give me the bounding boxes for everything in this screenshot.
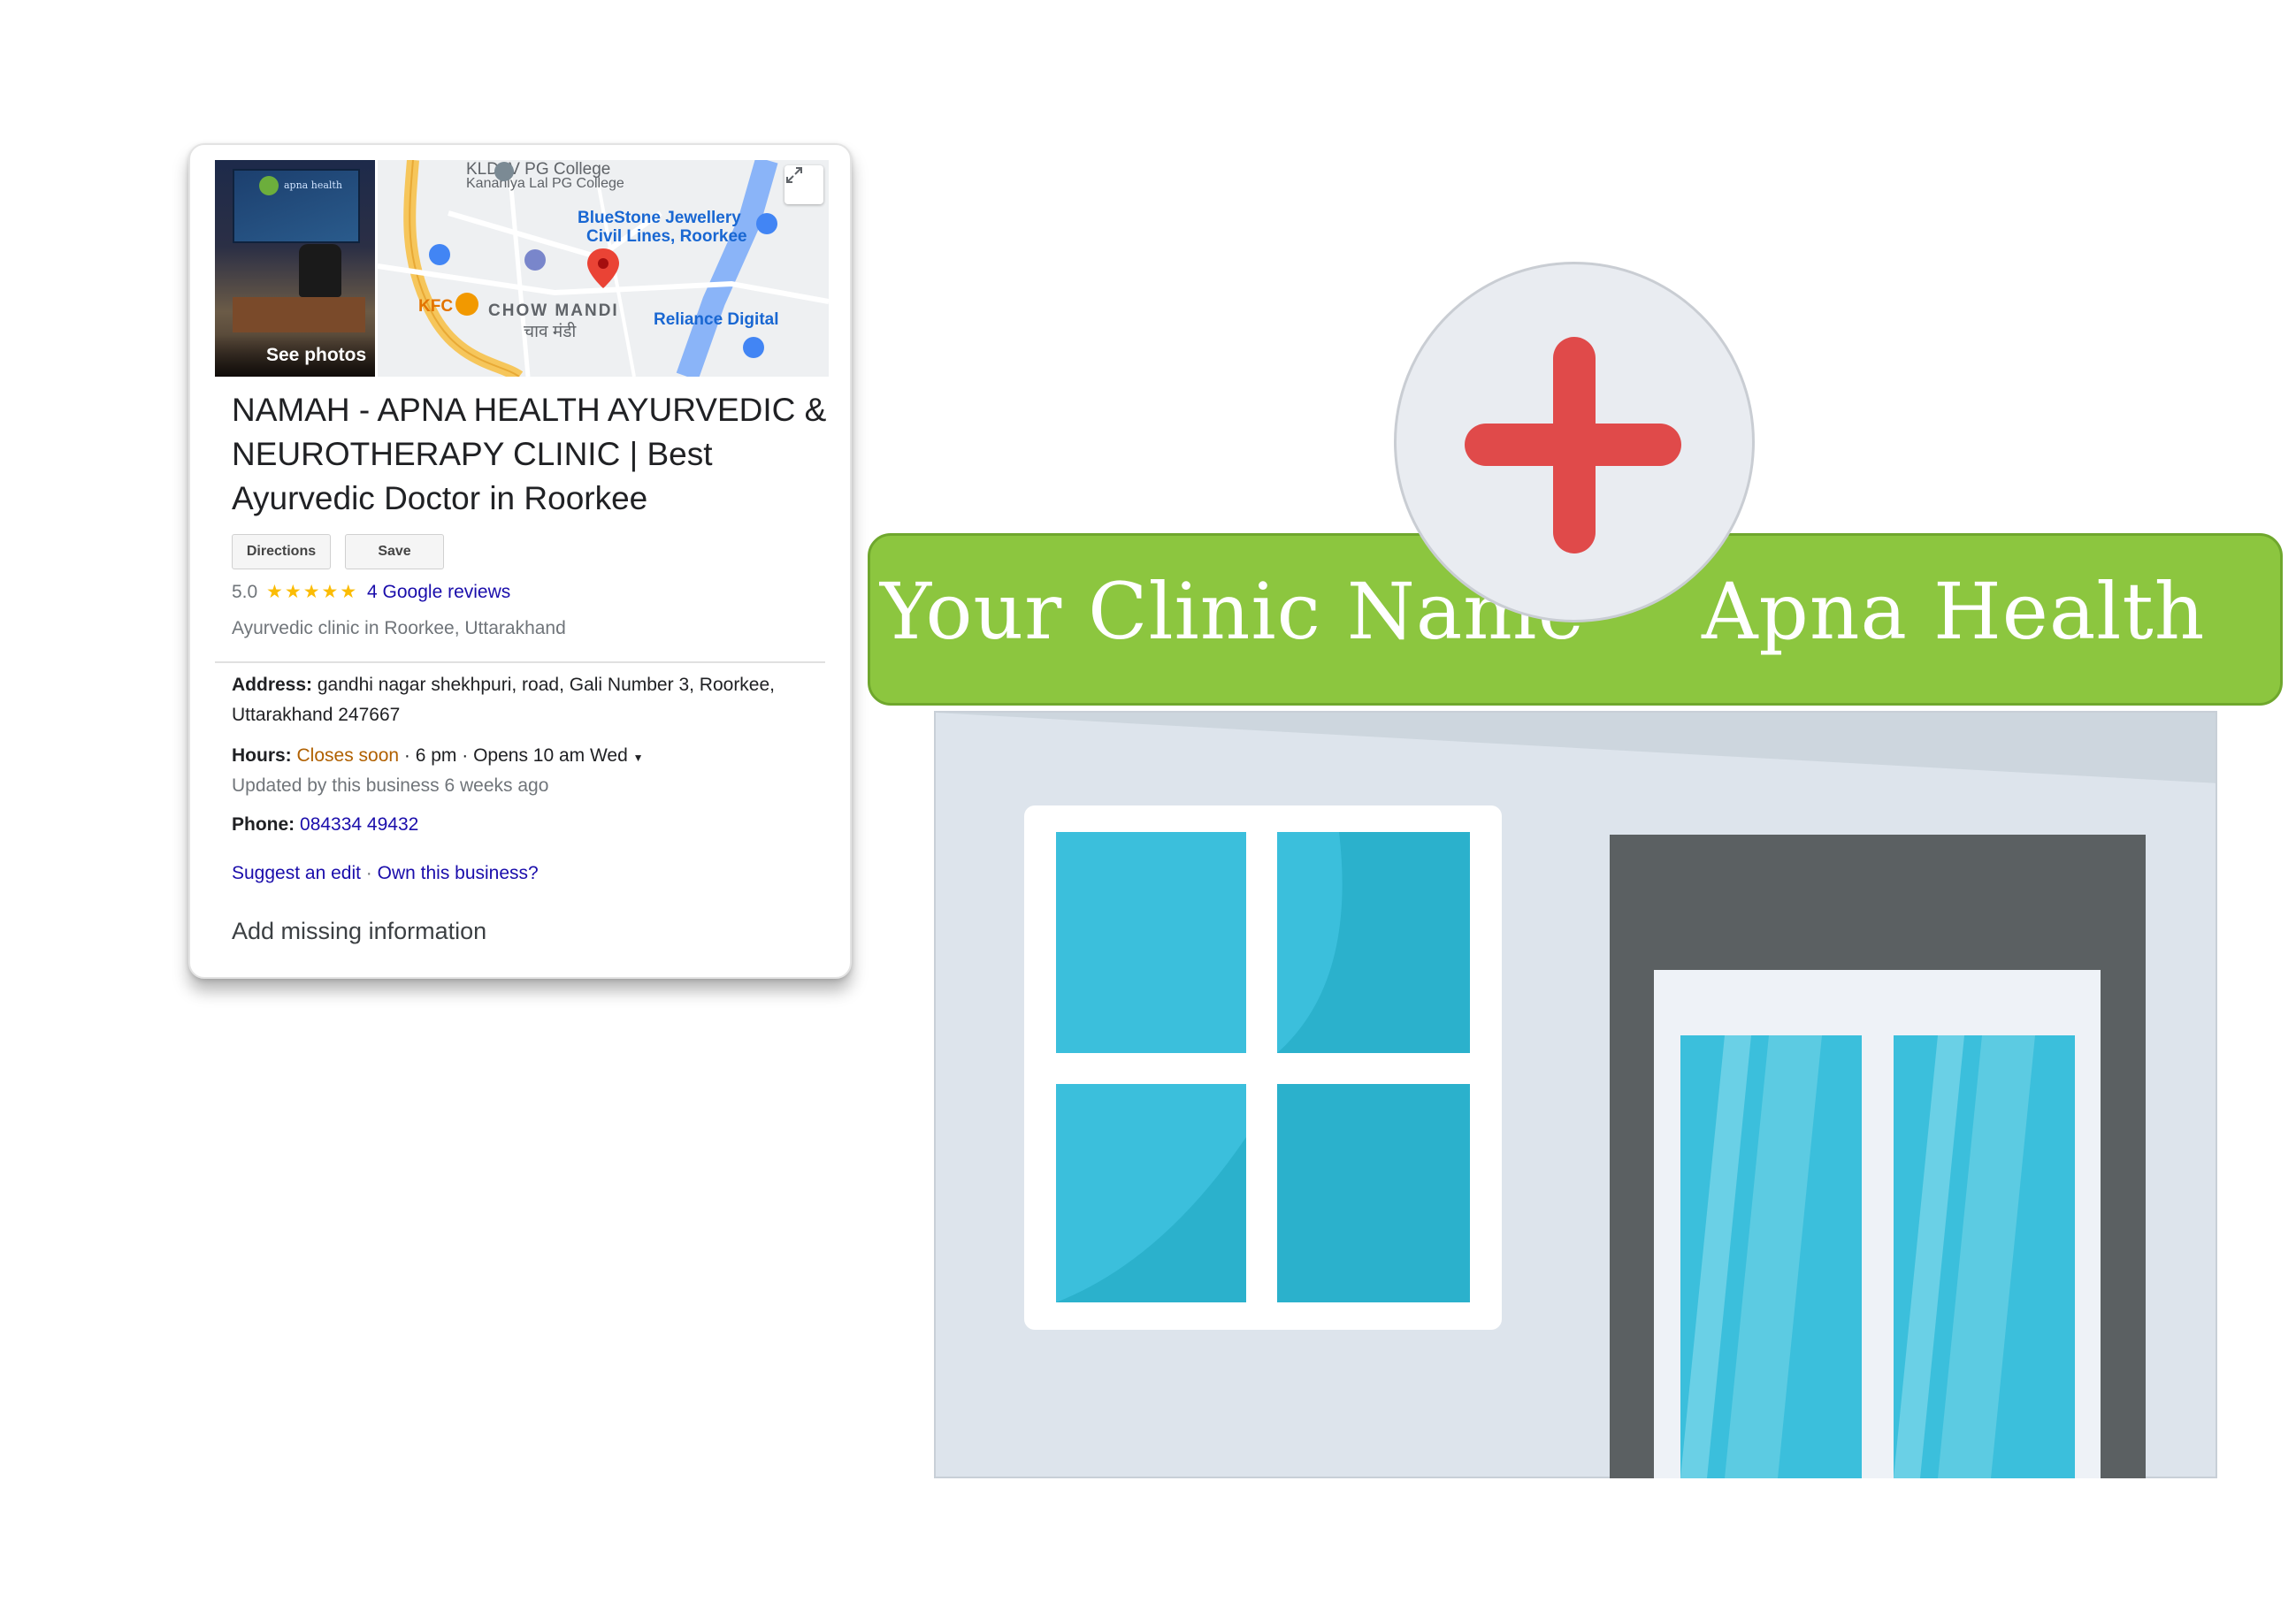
own-business-link[interactable]: Own this business? xyxy=(378,863,539,883)
location-map[interactable]: KLDAV PG College Kanahiya Lal PG College… xyxy=(378,160,829,377)
map-label-jeweller-2: Civil Lines, Roorkee xyxy=(586,227,747,246)
window-pane xyxy=(1277,832,1470,1053)
see-photos-overlay[interactable]: See photos xyxy=(215,334,375,377)
map-label-jeweller-1: BlueStone Jewellery xyxy=(578,209,741,227)
business-photo[interactable]: apna health See photos xyxy=(215,160,375,377)
address-row: Address: gandhi nagar shekhpuri, road, G… xyxy=(232,670,815,730)
hours-detail: · 6 pm · Opens 10 am Wed xyxy=(399,745,628,766)
business-panel: apna health See photos KLDAV PG College … xyxy=(188,143,852,979)
suggest-edit-link[interactable]: Suggest an edit xyxy=(232,863,361,883)
hours-dropdown-icon[interactable]: ▼ xyxy=(633,752,644,764)
business-category: Ayurvedic clinic in Roorkee, Uttarakhand xyxy=(232,618,566,638)
phone-link[interactable]: 084334 49432 xyxy=(300,814,418,835)
sign-right-text: Apna Health xyxy=(1702,566,2206,657)
map-label-chow-mandi: CHOW MANDI xyxy=(488,302,619,320)
medical-cross-icon-bar xyxy=(1465,424,1681,466)
phone-label: Phone: xyxy=(232,814,295,835)
hours-updated: Updated by this business 6 weeks ago xyxy=(232,775,549,796)
window-pane xyxy=(1056,1084,1246,1302)
star-rating-icon: ★★★★★ xyxy=(266,582,359,602)
photo-desk xyxy=(233,297,365,332)
map-roads xyxy=(378,160,829,377)
map-label-college-sub: Kanahiya Lal PG College xyxy=(466,176,624,191)
phone-row: Phone: 084334 49432 xyxy=(232,810,418,840)
map-label-chow-mandi-hindi: चाव मंडी xyxy=(524,323,577,341)
expand-icon xyxy=(786,167,802,183)
edit-links: Suggest an edit · Own this business? xyxy=(232,863,539,884)
expand-map-button[interactable] xyxy=(784,165,823,204)
hours-label: Hours: xyxy=(232,745,292,766)
poster-text: apna health xyxy=(284,179,342,191)
divider xyxy=(215,661,825,663)
rating-row: 5.0 ★★★★★ 4 Google reviews xyxy=(232,581,510,603)
add-missing-info-button[interactable]: Add missing information xyxy=(232,918,486,945)
clinic-window xyxy=(1024,805,1502,1330)
see-photos-label: See photos xyxy=(266,345,367,365)
map-label-reliance: Reliance Digital xyxy=(654,310,779,329)
photo-poster: apna health xyxy=(233,169,360,243)
window-pane xyxy=(1056,832,1246,1053)
directions-button[interactable]: Directions xyxy=(232,534,331,569)
address-value: gandhi nagar shekhpuri, road, Gali Numbe… xyxy=(232,675,775,725)
rating-value: 5.0 xyxy=(232,582,258,602)
hours-status: Closes soon xyxy=(296,745,400,766)
window-pane xyxy=(1277,1084,1470,1302)
photo-chair xyxy=(299,244,341,297)
edit-separator: · xyxy=(360,863,378,883)
door-glass-right xyxy=(1894,1035,2075,1478)
map-label-kfc: KFC xyxy=(418,297,454,316)
reviews-link[interactable]: 4 Google reviews xyxy=(367,582,510,602)
door-glass-left xyxy=(1680,1035,1862,1478)
business-title: NAMAH - APNA HEALTH AYURVEDIC & NEUROTHE… xyxy=(232,392,827,516)
address-label: Address: xyxy=(232,675,313,695)
save-button[interactable]: Save xyxy=(345,534,444,569)
poster-logo xyxy=(259,176,279,195)
roof-shading xyxy=(936,713,2216,783)
hours-row[interactable]: Hours: Closes soon · 6 pm · Opens 10 am … xyxy=(232,741,644,773)
